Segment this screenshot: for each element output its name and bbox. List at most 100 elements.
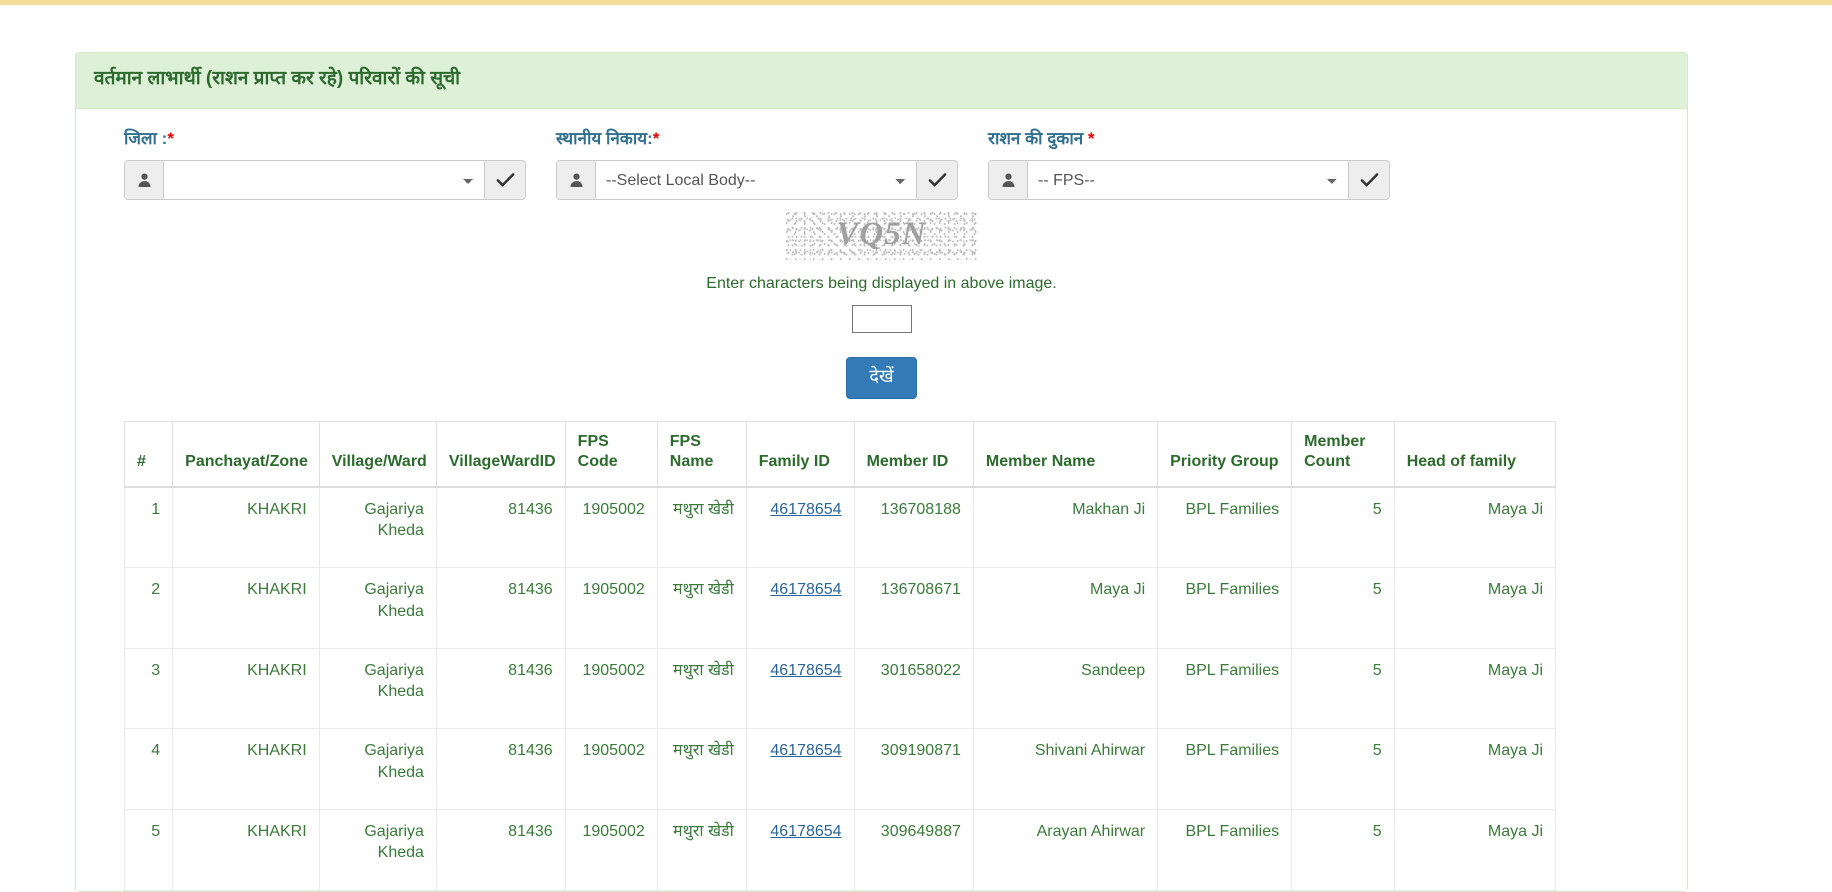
cell-head-of-family: Maya Ji: [1393, 809, 1557, 891]
panel-body: जिला :* स्थानीय निकाय:* --Select Local B…: [76, 108, 1687, 891]
page-container: वर्तमान लाभार्थी (राशन प्राप्त कर रहे) प…: [75, 52, 1688, 892]
cell-member-count: 5: [1291, 567, 1395, 649]
cell-village: Gajariya Kheda: [318, 809, 437, 891]
cell-member-name: Shivani Ahirwar: [972, 728, 1159, 810]
cell-panchayat: KHAKRI: [172, 567, 320, 649]
cell-family-id[interactable]: 46178654: [745, 567, 855, 649]
cell-member-name: Sandeep: [972, 647, 1159, 730]
fps-label: राशन की दुकान *: [988, 129, 1420, 149]
captcha-image: VQ5N: [785, 212, 978, 261]
col-header-priority-group: Priority Group: [1157, 420, 1293, 488]
cell-priority-group: BPL Families: [1157, 486, 1293, 569]
user-icon: [556, 160, 596, 201]
cell-head-of-family: Maya Ji: [1393, 486, 1557, 569]
cell-fps-name: मथुरा खेडी: [656, 486, 747, 569]
table-row: 3 KHAKRI Gajariya Kheda 81436 1905002 मथ…: [123, 647, 1557, 730]
captcha-image-text: VQ5N: [836, 216, 927, 253]
cell-panchayat: KHAKRI: [172, 809, 320, 891]
family-id-link[interactable]: 46178654: [770, 581, 841, 598]
local-body-confirm-button[interactable]: [916, 160, 958, 201]
fps-label-text: राशन की दुकान: [988, 128, 1088, 148]
top-accent-bar: [0, 0, 1832, 5]
table-body: 1 KHAKRI Gajariya Kheda 81436 1905002 मथ…: [123, 486, 1557, 891]
cell-fps-name: मथुरा खेडी: [656, 809, 747, 891]
cell-member-count: 5: [1291, 486, 1395, 569]
cell-village: Gajariya Kheda: [318, 647, 437, 730]
cell-village-ward-id: 81436: [435, 728, 566, 810]
district-required-marker: *: [167, 128, 174, 148]
cell-member-id: 301658022: [853, 647, 974, 730]
fps-confirm-button[interactable]: [1348, 160, 1390, 201]
user-icon: [988, 160, 1028, 201]
view-button[interactable]: देखें: [846, 357, 917, 399]
cell-member-name: Makhan Ji: [972, 486, 1159, 569]
cell-village-ward-id: 81436: [435, 567, 566, 649]
local-body-select[interactable]: --Select Local Body--: [596, 160, 916, 201]
cell-fps-code: 1905002: [564, 728, 658, 810]
district-input-group: [124, 160, 526, 201]
col-header-index: #: [123, 420, 174, 488]
fps-select[interactable]: -- FPS--: [1028, 160, 1348, 201]
cell-index: 3: [123, 647, 174, 730]
page-title: वर्तमान लाभार्थी (राशन प्राप्त कर रहे) प…: [94, 68, 461, 89]
results-table-container: # Panchayat/Zone Village/Ward VillageWar…: [106, 420, 1657, 891]
cell-village-ward-id: 81436: [435, 647, 566, 730]
district-select[interactable]: [164, 160, 484, 201]
cell-fps-code: 1905002: [564, 647, 658, 730]
table-header-row: # Panchayat/Zone Village/Ward VillageWar…: [123, 420, 1557, 488]
col-header-village: Village/Ward: [318, 420, 437, 488]
cell-member-count: 5: [1291, 647, 1395, 730]
cell-village-ward-id: 81436: [435, 809, 566, 891]
col-header-fps-code: FPS Code: [564, 420, 658, 488]
table-row: 1 KHAKRI Gajariya Kheda 81436 1905002 मथ…: [123, 486, 1557, 569]
family-id-link[interactable]: 46178654: [770, 501, 841, 518]
col-header-fps-name: FPS Name: [656, 420, 747, 488]
cell-member-count: 5: [1291, 809, 1395, 891]
table-row: 2 KHAKRI Gajariya Kheda 81436 1905002 मथ…: [123, 567, 1557, 649]
cell-priority-group: BPL Families: [1157, 567, 1293, 649]
cell-family-id[interactable]: 46178654: [745, 809, 855, 891]
local-body-input-group: --Select Local Body--: [556, 160, 958, 201]
cell-member-id: 136708188: [853, 486, 974, 569]
local-body-label: स्थानीय निकाय:*: [556, 129, 988, 149]
family-id-link[interactable]: 46178654: [770, 662, 841, 679]
cell-member-count: 5: [1291, 728, 1395, 810]
cell-fps-name: मथुरा खेडी: [656, 567, 747, 649]
cell-head-of-family: Maya Ji: [1393, 647, 1557, 730]
col-header-village-ward-id: VillageWardID: [435, 420, 566, 488]
local-body-required-marker: *: [652, 128, 660, 148]
district-confirm-button[interactable]: [484, 160, 526, 201]
col-header-member-id: Member ID: [853, 420, 974, 488]
cell-member-id: 136708671: [853, 567, 974, 649]
table-row: 5 KHAKRI Gajariya Kheda 81436 1905002 मथ…: [123, 809, 1557, 891]
captcha-instruction: Enter characters being displayed in abov…: [706, 275, 1057, 293]
district-label-text: जिला :: [124, 128, 168, 148]
captcha-input[interactable]: [851, 305, 912, 334]
cell-index: 5: [123, 809, 174, 891]
cell-panchayat: KHAKRI: [172, 728, 320, 810]
cell-priority-group: BPL Families: [1157, 809, 1293, 891]
cell-village: Gajariya Kheda: [318, 728, 437, 810]
cell-panchayat: KHAKRI: [172, 486, 320, 569]
cell-family-id[interactable]: 46178654: [745, 728, 855, 810]
family-id-link[interactable]: 46178654: [770, 742, 841, 759]
beneficiary-panel: वर्तमान लाभार्थी (राशन प्राप्त कर रहे) प…: [75, 52, 1688, 892]
filter-form-row: जिला :* स्थानीय निकाय:* --Select Local B…: [106, 129, 1657, 201]
cell-panchayat: KHAKRI: [172, 647, 320, 730]
cell-head-of-family: Maya Ji: [1393, 728, 1557, 810]
cell-fps-name: मथुरा खेडी: [656, 647, 747, 730]
cell-index: 2: [123, 567, 174, 649]
form-group-fps: राशन की दुकान * -- FPS--: [988, 129, 1420, 201]
col-header-member-name: Member Name: [972, 420, 1159, 488]
cell-member-name: Maya Ji: [972, 567, 1159, 649]
col-header-member-count: Member Count: [1291, 420, 1395, 488]
family-id-link[interactable]: 46178654: [770, 823, 841, 840]
local-body-label-text: स्थानीय निकाय:: [556, 128, 653, 148]
cell-fps-name: मथुरा खेडी: [656, 728, 747, 810]
cell-family-id[interactable]: 46178654: [745, 647, 855, 730]
cell-priority-group: BPL Families: [1157, 728, 1293, 810]
district-label: जिला :*: [124, 129, 556, 149]
cell-family-id[interactable]: 46178654: [745, 486, 855, 569]
col-header-head-of-family: Head of family: [1393, 420, 1557, 488]
cell-priority-group: BPL Families: [1157, 647, 1293, 730]
